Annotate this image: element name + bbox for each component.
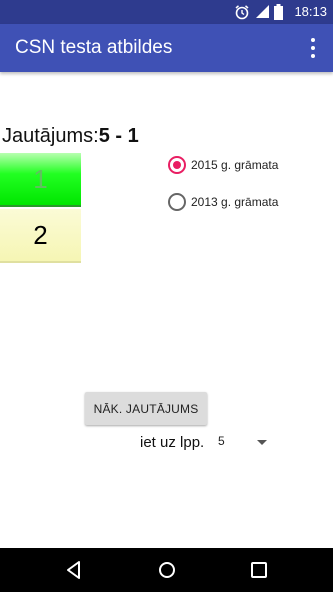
page-spinner[interactable]: 5: [217, 432, 273, 454]
next-question-button[interactable]: NĀK. JAUTĀJUMS: [85, 392, 207, 425]
answer-button-1[interactable]: 1: [0, 153, 81, 207]
overflow-menu-icon[interactable]: [303, 36, 323, 60]
radio-checked-icon[interactable]: [168, 156, 186, 174]
chevron-down-icon: [257, 440, 267, 445]
status-time: 18:13: [294, 4, 327, 19]
app-bar: CSN testa atbildes: [0, 24, 333, 72]
radio-option-2013[interactable]: 2013 g. grāmata: [168, 193, 278, 211]
radio-label-2015: 2015 g. grāmata: [191, 158, 279, 172]
radio-unchecked-icon[interactable]: [168, 193, 186, 211]
recents-icon[interactable]: [247, 558, 271, 582]
question-label: Jautājums:5 - 1: [2, 125, 139, 148]
radio-label-2013: 2013 g. grāmata: [191, 195, 279, 209]
alarm-icon: [235, 5, 249, 20]
status-bar: 18:13: [0, 0, 333, 24]
question-number: 5 - 1: [98, 125, 139, 147]
page-spinner-value: 5: [218, 434, 225, 448]
answer-button-2[interactable]: 2: [0, 209, 81, 263]
home-icon[interactable]: [155, 558, 179, 582]
app-title: CSN testa atbildes: [15, 37, 173, 58]
system-nav-bar: [0, 548, 333, 592]
back-icon[interactable]: [62, 558, 86, 582]
goto-page-label: iet uz lpp.: [140, 434, 205, 451]
question-prefix: Jautājums:: [2, 125, 99, 147]
signal-icon: [256, 5, 269, 18]
radio-option-2015[interactable]: 2015 g. grāmata: [168, 156, 278, 174]
battery-icon: [274, 4, 283, 20]
